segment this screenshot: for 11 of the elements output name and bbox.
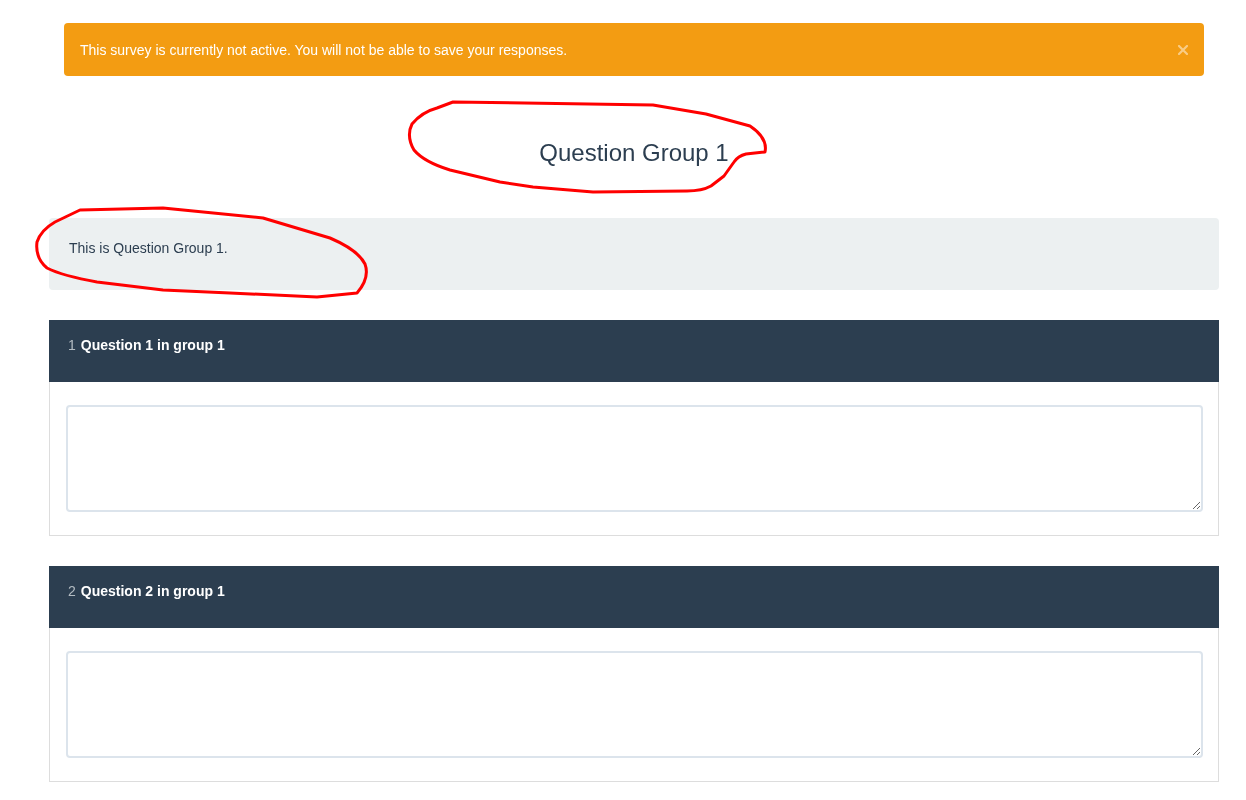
close-icon [1178,44,1188,55]
group-title: Question Group 1 [539,138,729,168]
question-text: Question 2 in group 1 [80,582,225,601]
question-number: 2 [68,582,76,601]
answer-field[interactable] [66,651,1203,758]
question-number: 1 [68,336,76,355]
close-button[interactable] [1178,44,1188,55]
group-description: This is Question Group 1. [69,239,228,258]
alert-message: This survey is currently not active. You will not be able to save your responses. [80,40,568,60]
answer-field[interactable] [66,405,1203,512]
question-text: Question 1 in group 1 [80,336,225,355]
